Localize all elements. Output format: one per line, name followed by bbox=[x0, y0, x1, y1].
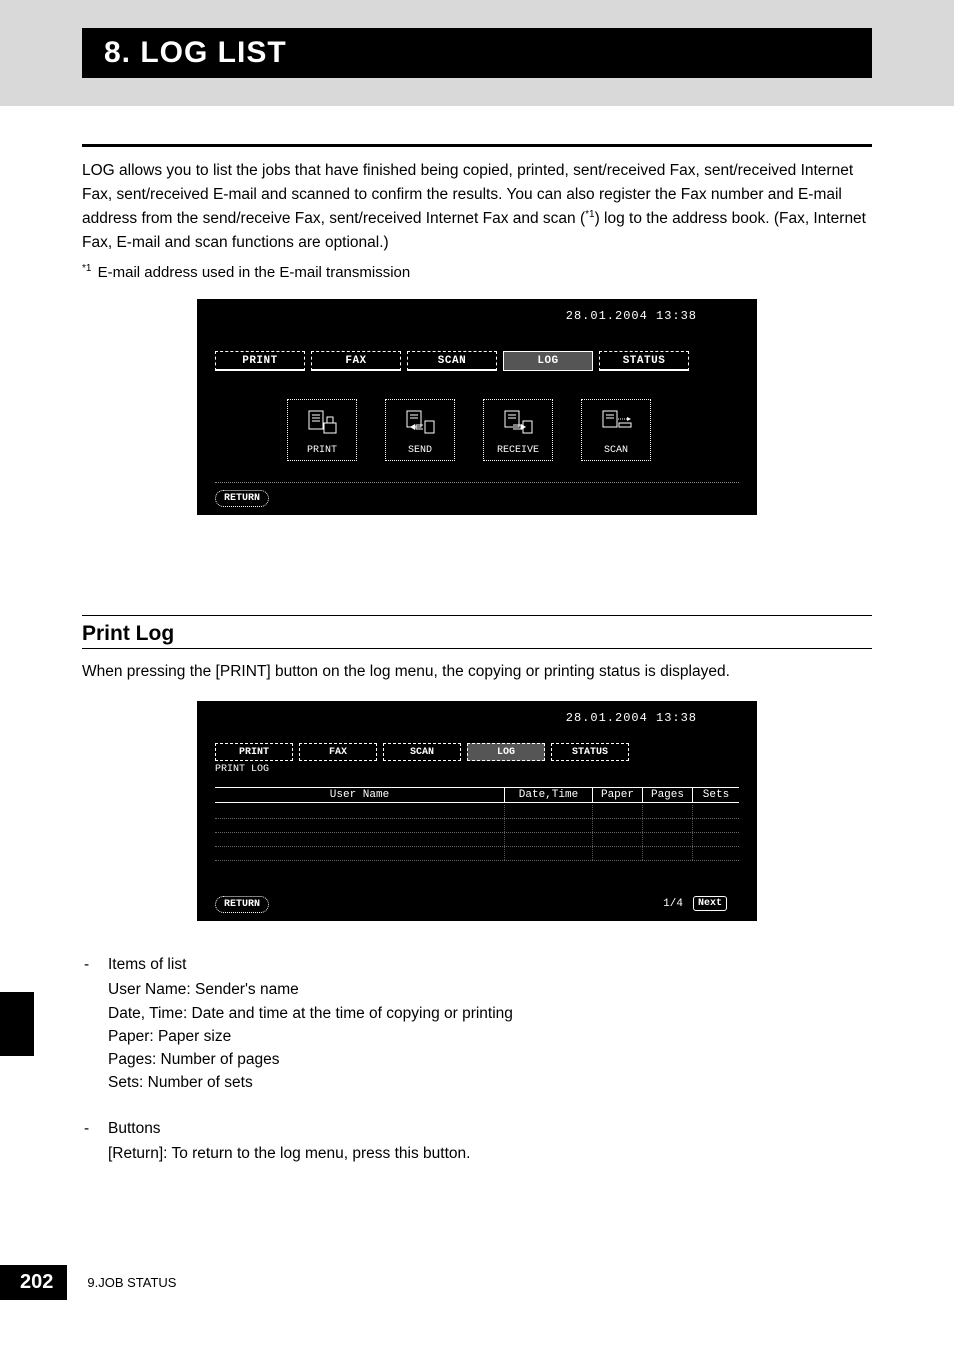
tab-fax-2[interactable]: FAX bbox=[299, 743, 377, 761]
items-heading: Items of list bbox=[108, 953, 186, 976]
footnote-marker: *1 bbox=[82, 263, 91, 274]
screen-timestamp-2: 28.01.2004 13:38 bbox=[566, 711, 697, 725]
table-row bbox=[215, 805, 739, 819]
log-print-label: PRINT bbox=[307, 445, 337, 456]
return-button-2[interactable]: RETURN bbox=[215, 896, 269, 913]
return-button[interactable]: RETURN bbox=[215, 490, 269, 507]
log-send-label: SEND bbox=[408, 445, 432, 456]
table-row bbox=[215, 847, 739, 861]
table-body bbox=[215, 805, 739, 861]
list-item: - Items of list bbox=[82, 953, 872, 976]
tab-status[interactable]: STATUS bbox=[599, 351, 689, 371]
screen-divider bbox=[215, 482, 739, 483]
section-heading-wrap: Print Log bbox=[82, 615, 872, 649]
col-sets: Sets bbox=[693, 788, 739, 802]
log-receive-label: RECEIVE bbox=[497, 445, 539, 456]
chapter-title: 8. LOG LIST bbox=[82, 28, 872, 78]
tab-scan[interactable]: SCAN bbox=[407, 351, 497, 371]
log-menu-screenshot: 28.01.2004 13:38 PRINT FAX SCAN LOG STAT… bbox=[197, 299, 757, 515]
section-rule-bottom bbox=[82, 648, 872, 649]
side-thumb-tab bbox=[0, 992, 34, 1056]
tab-scan-2[interactable]: SCAN bbox=[383, 743, 461, 761]
footnote: *1 E-mail address used in the E-mail tra… bbox=[82, 263, 872, 281]
header-band: 8. LOG LIST bbox=[0, 0, 954, 106]
items-line-4: Pages: Number of pages bbox=[82, 1048, 872, 1071]
intro-footnote-ref: *1 bbox=[585, 209, 594, 220]
log-print-button[interactable]: PRINT bbox=[287, 399, 357, 461]
tab-row: PRINT FAX SCAN LOG STATUS bbox=[215, 351, 739, 371]
log-scan-button[interactable]: SCAN bbox=[581, 399, 651, 461]
dash-marker: - bbox=[82, 1117, 108, 1140]
scan-icon bbox=[599, 407, 633, 441]
table-header: User Name Date,Time Paper Pages Sets bbox=[215, 787, 739, 803]
section-paragraph: When pressing the [PRINT] button on the … bbox=[82, 663, 872, 681]
items-line-3: Paper: Paper size bbox=[82, 1025, 872, 1048]
print-log-sublabel: PRINT LOG bbox=[215, 764, 739, 775]
buttons-heading: Buttons bbox=[108, 1117, 161, 1140]
items-line-1: User Name: Sender's name bbox=[82, 978, 872, 1001]
tab-row-2: PRINT FAX SCAN LOG STATUS bbox=[215, 743, 739, 761]
section-rule-top bbox=[82, 615, 872, 616]
tab-print[interactable]: PRINT bbox=[215, 351, 305, 371]
screen-timestamp: 28.01.2004 13:38 bbox=[566, 309, 697, 323]
main-content: LOG allows you to list the jobs that hav… bbox=[0, 144, 954, 1165]
send-icon bbox=[403, 407, 437, 441]
table-row bbox=[215, 833, 739, 847]
tab-log-2[interactable]: LOG bbox=[467, 743, 545, 761]
items-list-block: - Items of list User Name: Sender's name… bbox=[82, 953, 872, 1095]
pager: 1/4 Next bbox=[663, 896, 727, 911]
page-footer: 202 9.JOB STATUS bbox=[0, 1265, 176, 1300]
col-datetime: Date,Time bbox=[505, 788, 593, 802]
list-item: - Buttons bbox=[82, 1117, 872, 1140]
page-indicator: 1/4 bbox=[663, 898, 683, 910]
col-paper: Paper bbox=[593, 788, 643, 802]
table-row bbox=[215, 819, 739, 833]
intro-paragraph: LOG allows you to list the jobs that hav… bbox=[82, 159, 872, 255]
next-button[interactable]: Next bbox=[693, 896, 727, 911]
tab-print-2[interactable]: PRINT bbox=[215, 743, 293, 761]
col-user: User Name bbox=[215, 788, 505, 802]
log-buttons-row: PRINT SEND bbox=[287, 399, 739, 461]
items-line-2: Date, Time: Date and time at the time of… bbox=[82, 1002, 872, 1025]
items-line-5: Sets: Number of sets bbox=[82, 1071, 872, 1094]
receive-icon bbox=[501, 407, 535, 441]
dash-marker: - bbox=[82, 953, 108, 976]
footnote-text: E-mail address used in the E-mail transm… bbox=[93, 264, 410, 281]
print-log-screenshot: 28.01.2004 13:38 PRINT FAX SCAN LOG STAT… bbox=[197, 701, 757, 921]
printer-icon bbox=[305, 407, 339, 441]
page-number: 202 bbox=[0, 1265, 67, 1300]
col-pages: Pages bbox=[643, 788, 693, 802]
log-send-button[interactable]: SEND bbox=[385, 399, 455, 461]
tab-fax[interactable]: FAX bbox=[311, 351, 401, 371]
log-scan-label: SCAN bbox=[604, 445, 628, 456]
buttons-line-1: [Return]: To return to the log menu, pre… bbox=[82, 1142, 872, 1165]
section-title: Print Log bbox=[82, 618, 872, 648]
divider-top bbox=[82, 144, 872, 147]
buttons-list-block: - Buttons [Return]: To return to the log… bbox=[82, 1117, 872, 1166]
log-receive-button[interactable]: RECEIVE bbox=[483, 399, 553, 461]
tab-log[interactable]: LOG bbox=[503, 351, 593, 371]
footer-chapter-text: 9.JOB STATUS bbox=[87, 1275, 176, 1290]
tab-status-2[interactable]: STATUS bbox=[551, 743, 629, 761]
